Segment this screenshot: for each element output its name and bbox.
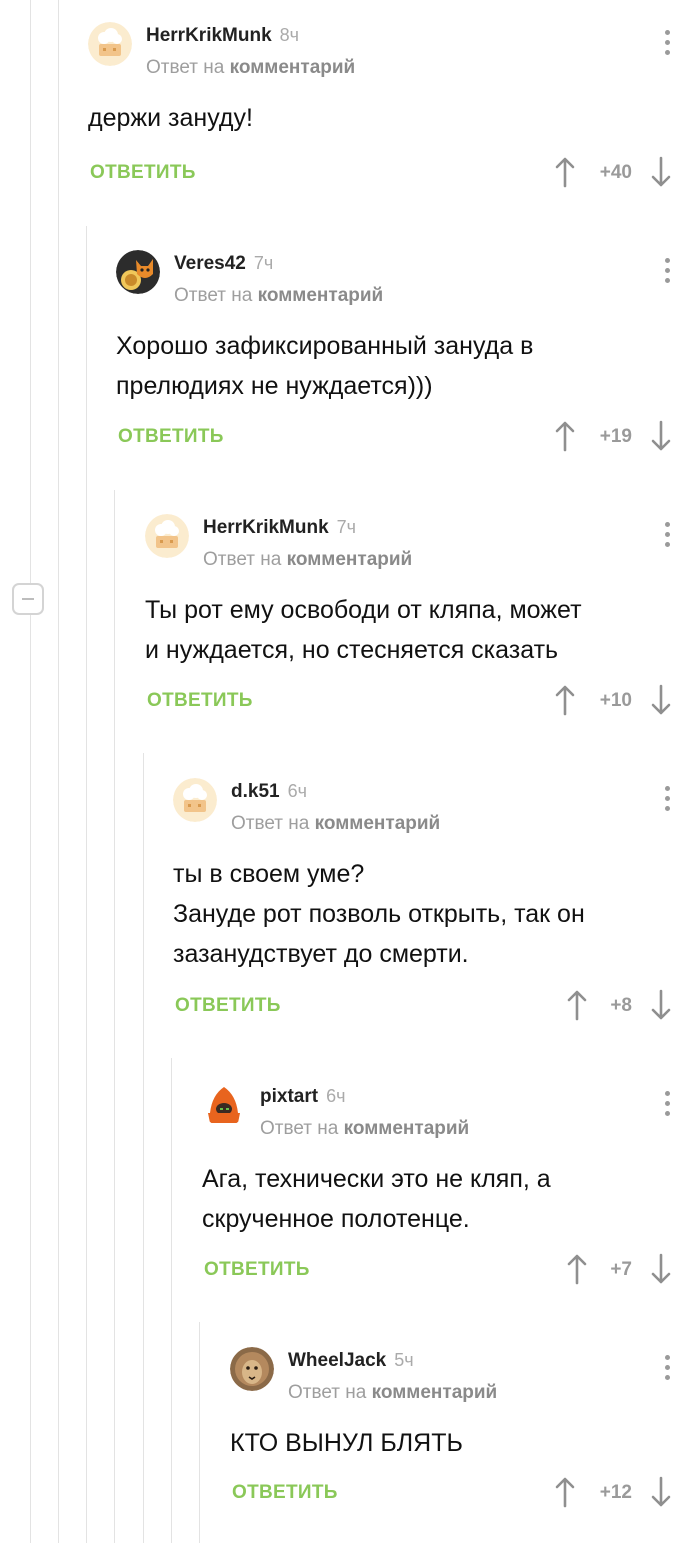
comment-actions: ОТВЕТИТЬ +7 [0,1253,700,1287]
downvote-arrow-icon[interactable] [650,420,672,452]
comment-text: ты в своем уме? Зануде рот позволь откры… [173,860,585,968]
rating-score: +8 [610,995,632,1016]
downvote-arrow-icon[interactable] [650,684,672,716]
comment-actions: ОТВЕТИТЬ +8 [0,989,700,1023]
upvote-arrow-icon[interactable] [554,1476,576,1508]
comment-author[interactable]: WheelJack 5ч [288,1347,414,1373]
rating-score: +12 [599,1482,632,1503]
upvote-arrow-icon[interactable] [554,684,576,716]
rating-score: +7 [610,1259,632,1280]
rating-score: +10 [599,690,632,711]
downvote-arrow-icon[interactable] [650,1476,672,1508]
thread-line [58,0,59,1543]
chef-hat-avatar[interactable] [145,514,189,558]
comment-text: держи зануду! [88,104,253,132]
rating-score: +19 [599,426,632,447]
more-options-icon[interactable] [664,1091,670,1121]
comment-time: 6ч [287,781,307,801]
reply-to-link[interactable]: комментарий [372,1382,498,1403]
chef-hat-avatar[interactable] [88,22,132,66]
thread-line [143,753,144,1543]
reply-to-line: Ответ на комментарий [260,1118,470,1139]
comment-actions: ОТВЕТИТЬ +12 [0,1476,700,1510]
downvote-arrow-icon[interactable] [650,156,672,188]
reply-button[interactable]: ОТВЕТИТЬ [204,1257,310,1283]
comment-author[interactable]: HerrKrikMunk 8ч [146,22,299,48]
rating-score: +40 [599,162,632,183]
upvote-arrow-icon[interactable] [566,1253,588,1285]
comment-text: Хорошо зафиксированный зануда в прелюдия… [116,332,534,400]
reply-button[interactable]: ОТВЕТИТЬ [232,1480,338,1506]
reply-to-line: Ответ на комментарий [288,1382,498,1403]
more-options-icon[interactable] [664,522,670,552]
reply-to-line: Ответ на комментарий [203,549,413,570]
comment-time: 7ч [336,517,357,537]
reply-to-link[interactable]: комментарий [258,285,384,306]
comment-time: 5ч [394,1350,414,1370]
comment-text: Ага, технически это не кляп, а скрученно… [202,1165,551,1233]
upvote-arrow-icon[interactable] [554,156,576,188]
reply-button[interactable]: ОТВЕТИТЬ [175,993,281,1019]
comment-time: 6ч [326,1086,346,1106]
more-options-icon[interactable] [664,1355,670,1385]
reply-button[interactable]: ОТВЕТИТЬ [90,160,196,186]
thread-line [30,0,31,1543]
lion-avatar[interactable] [230,1347,274,1391]
comment-actions: ОТВЕТИТЬ +10 [0,684,700,718]
comment-actions: ОТВЕТИТЬ +19 [0,420,700,454]
more-options-icon[interactable] [664,30,670,60]
downvote-arrow-icon[interactable] [650,989,672,1021]
upvote-arrow-icon[interactable] [554,420,576,452]
reply-button[interactable]: ОТВЕТИТЬ [118,424,224,450]
reply-button[interactable]: ОТВЕТИТЬ [147,688,253,714]
reply-to-link[interactable]: комментарий [315,813,441,834]
collapse-thread-button[interactable] [12,583,44,615]
comment-author[interactable]: pixtart 6ч [260,1083,345,1109]
comment-actions: ОТВЕТИТЬ +40 [0,156,700,190]
reply-to-link[interactable]: комментарий [287,549,413,570]
comment-author[interactable]: d.k51 6ч [231,778,307,804]
reply-to-link[interactable]: комментарий [230,57,356,78]
comment-author[interactable]: HerrKrikMunk 7ч [203,514,356,540]
reply-to-line: Ответ на комментарий [146,57,356,78]
comment-text: Ты рот ему освободи от кляпа, может и ну… [145,596,582,664]
comment-text: КТО ВЫНУЛ БЛЯТЬ [230,1429,463,1457]
fox-avatar[interactable] [116,250,160,294]
orange-hood-avatar[interactable] [202,1083,246,1127]
reply-to-link[interactable]: комментарий [344,1118,470,1139]
more-options-icon[interactable] [664,786,670,816]
comment-time: 7ч [253,253,274,273]
reply-to-line: Ответ на комментарий [231,813,441,834]
comment-author[interactable]: Veres42 7ч [174,250,273,276]
more-options-icon[interactable] [664,258,670,288]
chef-hat-avatar[interactable] [173,778,217,822]
downvote-arrow-icon[interactable] [650,1253,672,1285]
comment-time: 8ч [279,25,300,45]
upvote-arrow-icon[interactable] [566,989,588,1021]
thread-line [171,1058,172,1543]
reply-to-line: Ответ на комментарий [174,285,384,306]
